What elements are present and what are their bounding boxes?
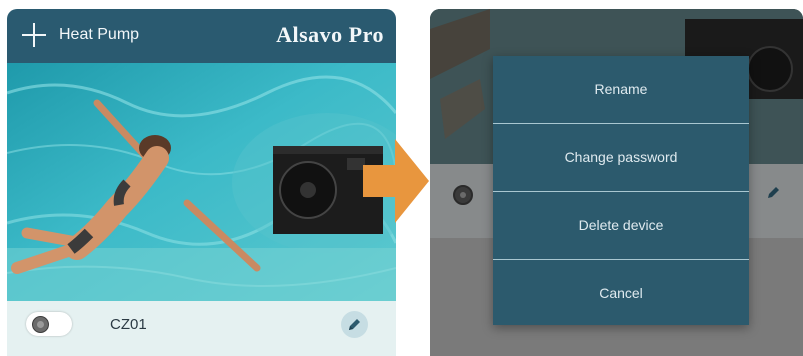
arrow-right-icon [363,139,429,223]
device-name: CZ01 [110,316,147,333]
pencil-icon [349,319,360,330]
toggle-knob [32,316,49,333]
device-options-menu: Rename Change password Delete device Can… [493,56,749,325]
menu-item-change-password[interactable]: Change password [493,124,749,192]
dimmed-pencil-icon [768,187,779,198]
main-screen: Heat Pump Alsavo Pro CZ01 [7,9,396,356]
menu-item-rename[interactable]: Rename [493,56,749,124]
dimmed-toggle-knob [453,185,473,205]
pool-photo [7,63,396,301]
plus-icon[interactable] [21,22,47,48]
menu-item-cancel[interactable]: Cancel [493,260,749,327]
brand-logo: Alsavo Pro [276,22,384,47]
menu-screen: Rename Change password Delete device Can… [430,9,803,356]
menu-item-delete-device[interactable]: Delete device [493,192,749,260]
app-header: Heat Pump Alsavo Pro [7,9,396,63]
edit-button[interactable] [341,311,368,338]
device-row[interactable]: CZ01 [7,301,396,356]
power-toggle[interactable] [26,312,72,336]
header-title: Heat Pump [59,26,140,43]
